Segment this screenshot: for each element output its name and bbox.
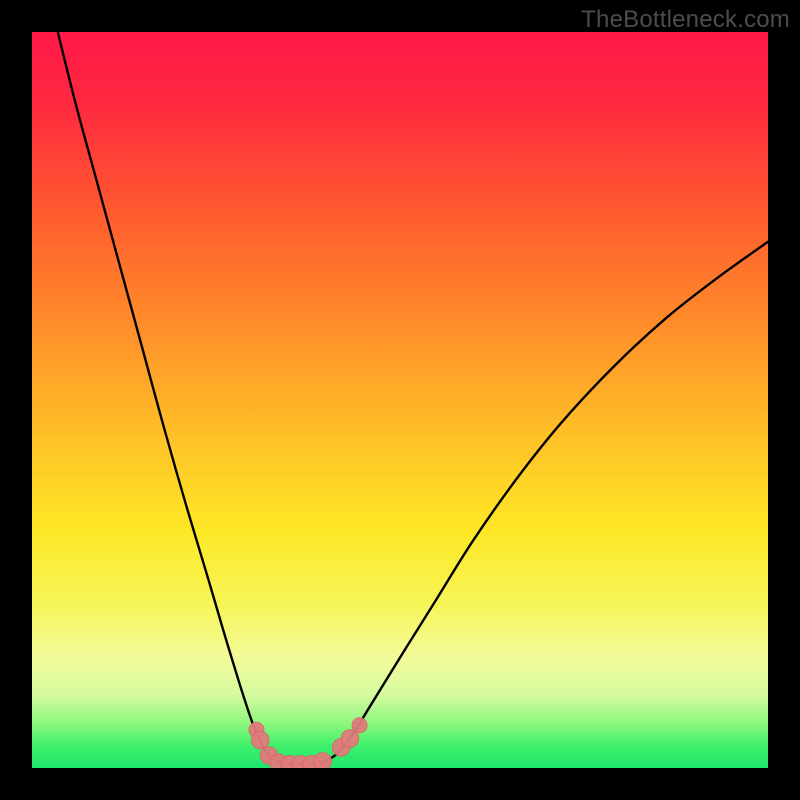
chart-frame: TheBottleneck.com (0, 0, 800, 800)
bottleneck-chart (32, 32, 768, 768)
watermark-text: TheBottleneck.com (581, 6, 790, 34)
valley-marker (314, 753, 332, 768)
valley-marker (352, 718, 367, 733)
plot-area (32, 32, 768, 768)
valley-marker (251, 731, 269, 749)
